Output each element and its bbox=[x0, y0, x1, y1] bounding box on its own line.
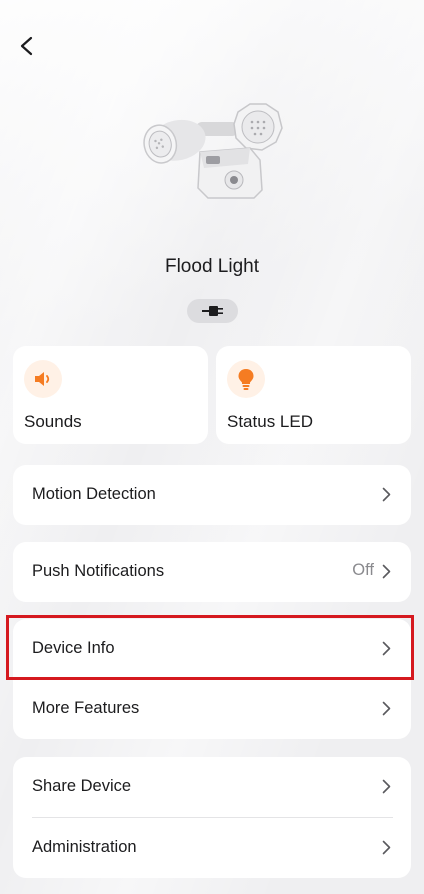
chevron-right-icon bbox=[382, 701, 391, 716]
administration-row[interactable]: Administration bbox=[13, 818, 411, 878]
push-notifications-card: Push Notifications Off bbox=[13, 542, 411, 602]
more-features-row[interactable]: More Features bbox=[13, 679, 411, 739]
share-device-label: Share Device bbox=[32, 777, 132, 795]
push-notifications-row[interactable]: Push Notifications Off bbox=[13, 542, 411, 602]
push-notifications-label: Push Notifications bbox=[32, 562, 165, 580]
motion-detection-card: Motion Detection bbox=[13, 465, 411, 525]
chevron-right-icon bbox=[382, 564, 391, 579]
more-features-label: More Features bbox=[32, 699, 140, 717]
status-led-label: Status LED bbox=[227, 412, 313, 431]
push-notifications-value: Off bbox=[352, 561, 374, 579]
bulb-icon bbox=[227, 360, 265, 398]
chevron-right-icon bbox=[382, 779, 391, 794]
sharing-card: Share Device Administration bbox=[13, 757, 411, 878]
plug-icon bbox=[201, 306, 223, 316]
chevron-right-icon bbox=[382, 840, 391, 855]
motion-detection-label: Motion Detection bbox=[32, 485, 156, 503]
device-name: Flood Light bbox=[164, 256, 259, 277]
connection-badge bbox=[187, 299, 238, 323]
administration-label: Administration bbox=[32, 838, 137, 856]
share-device-row[interactable]: Share Device bbox=[13, 757, 411, 817]
motion-detection-row[interactable]: Motion Detection bbox=[13, 465, 411, 525]
device-image bbox=[143, 103, 283, 199]
chevron-right-icon bbox=[382, 487, 391, 502]
sounds-label: Sounds bbox=[24, 412, 82, 431]
back-arrow-icon[interactable] bbox=[14, 30, 42, 62]
device-info-highlight bbox=[6, 615, 414, 680]
status-led-tile[interactable]: Status LED bbox=[216, 346, 411, 444]
speaker-icon bbox=[24, 360, 62, 398]
sounds-tile[interactable]: Sounds bbox=[13, 346, 208, 444]
